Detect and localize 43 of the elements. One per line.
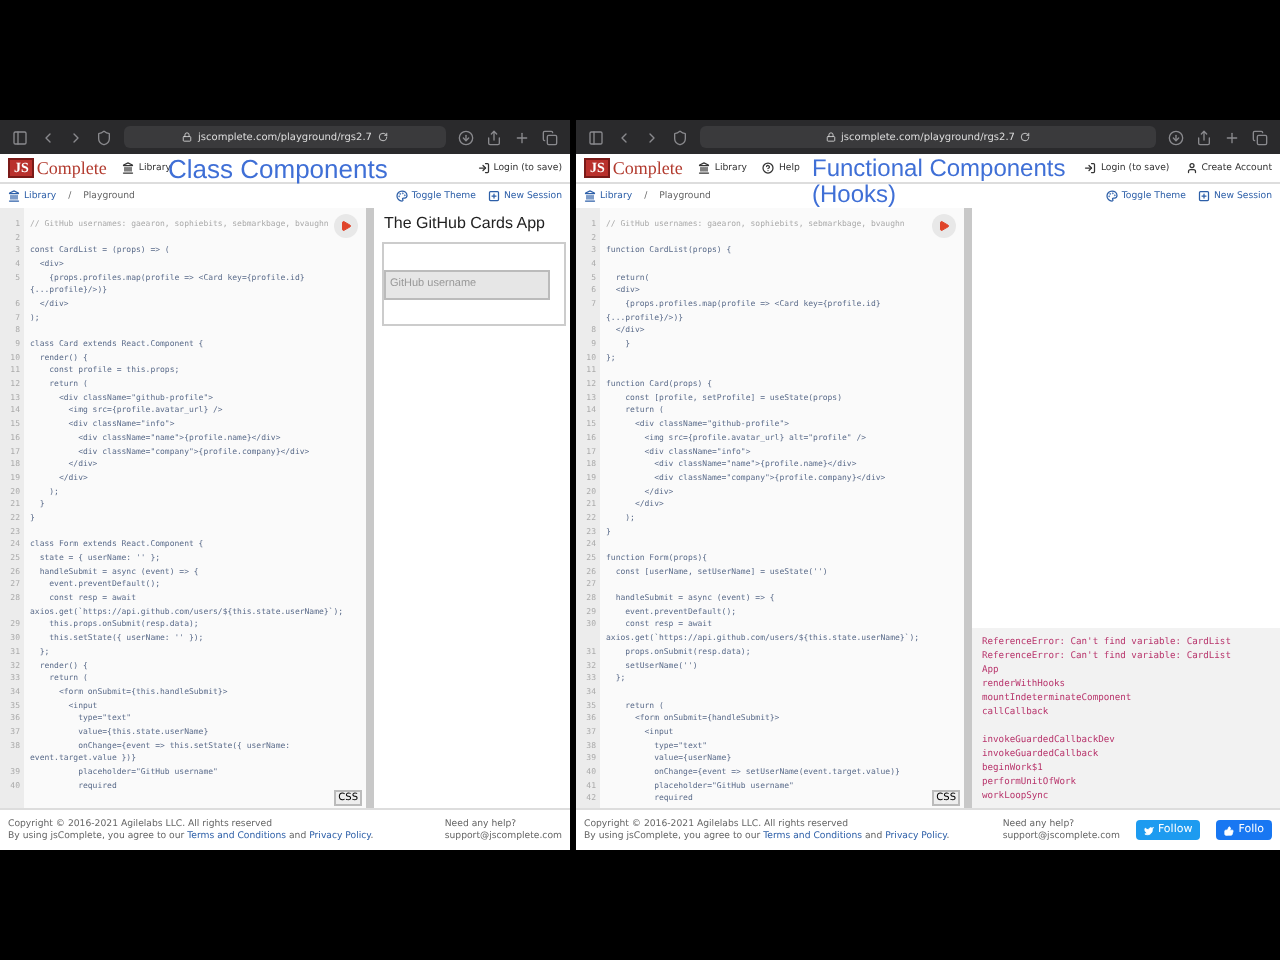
shield-icon[interactable]: [672, 129, 688, 145]
library-icon: [122, 162, 135, 174]
new-tab-icon[interactable]: [1224, 129, 1240, 145]
reload-icon[interactable]: [377, 132, 388, 142]
library-icon: [8, 190, 20, 202]
login-icon: [1084, 162, 1097, 174]
play-icon: [938, 220, 950, 232]
palette-icon: [395, 190, 408, 202]
library-icon: [698, 162, 711, 174]
plus-square-icon: [1197, 190, 1210, 202]
shield-icon[interactable]: [96, 129, 112, 145]
download-icon[interactable]: [1168, 129, 1184, 145]
run-button[interactable]: [932, 214, 956, 238]
thumbs-up-icon: [1224, 825, 1235, 835]
forward-icon[interactable]: [644, 129, 660, 145]
share-icon[interactable]: [1196, 129, 1212, 145]
play-icon: [340, 220, 352, 232]
sidebar-icon[interactable]: [12, 129, 28, 145]
back-icon[interactable]: [616, 129, 632, 145]
library-icon: [584, 190, 596, 202]
app-title: The GitHub Cards App: [382, 212, 547, 236]
run-button[interactable]: [334, 214, 358, 238]
user-icon: [1185, 162, 1198, 174]
reload-icon[interactable]: [1020, 132, 1031, 142]
download-icon[interactable]: [458, 129, 474, 145]
plus-square-icon: [487, 190, 500, 202]
share-icon[interactable]: [486, 129, 502, 145]
login-icon: [477, 162, 490, 174]
sidebar-icon[interactable]: [588, 129, 604, 145]
help-icon: [762, 162, 775, 174]
bird-icon: [1143, 825, 1154, 835]
lock-icon: [182, 132, 193, 142]
logo-text[interactable]: Complete: [612, 158, 683, 178]
new-tab-icon[interactable]: [514, 129, 530, 145]
overlay-title: Class Components: [168, 156, 384, 184]
back-icon[interactable]: [40, 129, 56, 145]
lock-icon: [825, 132, 836, 142]
overlay-title: Functional Components (Hooks): [812, 156, 1068, 208]
tabs-icon[interactable]: [542, 129, 558, 145]
forward-icon[interactable]: [68, 129, 84, 145]
logo-text[interactable]: Complete: [36, 158, 107, 178]
tabs-icon[interactable]: [1252, 129, 1268, 145]
palette-icon: [1105, 190, 1118, 202]
